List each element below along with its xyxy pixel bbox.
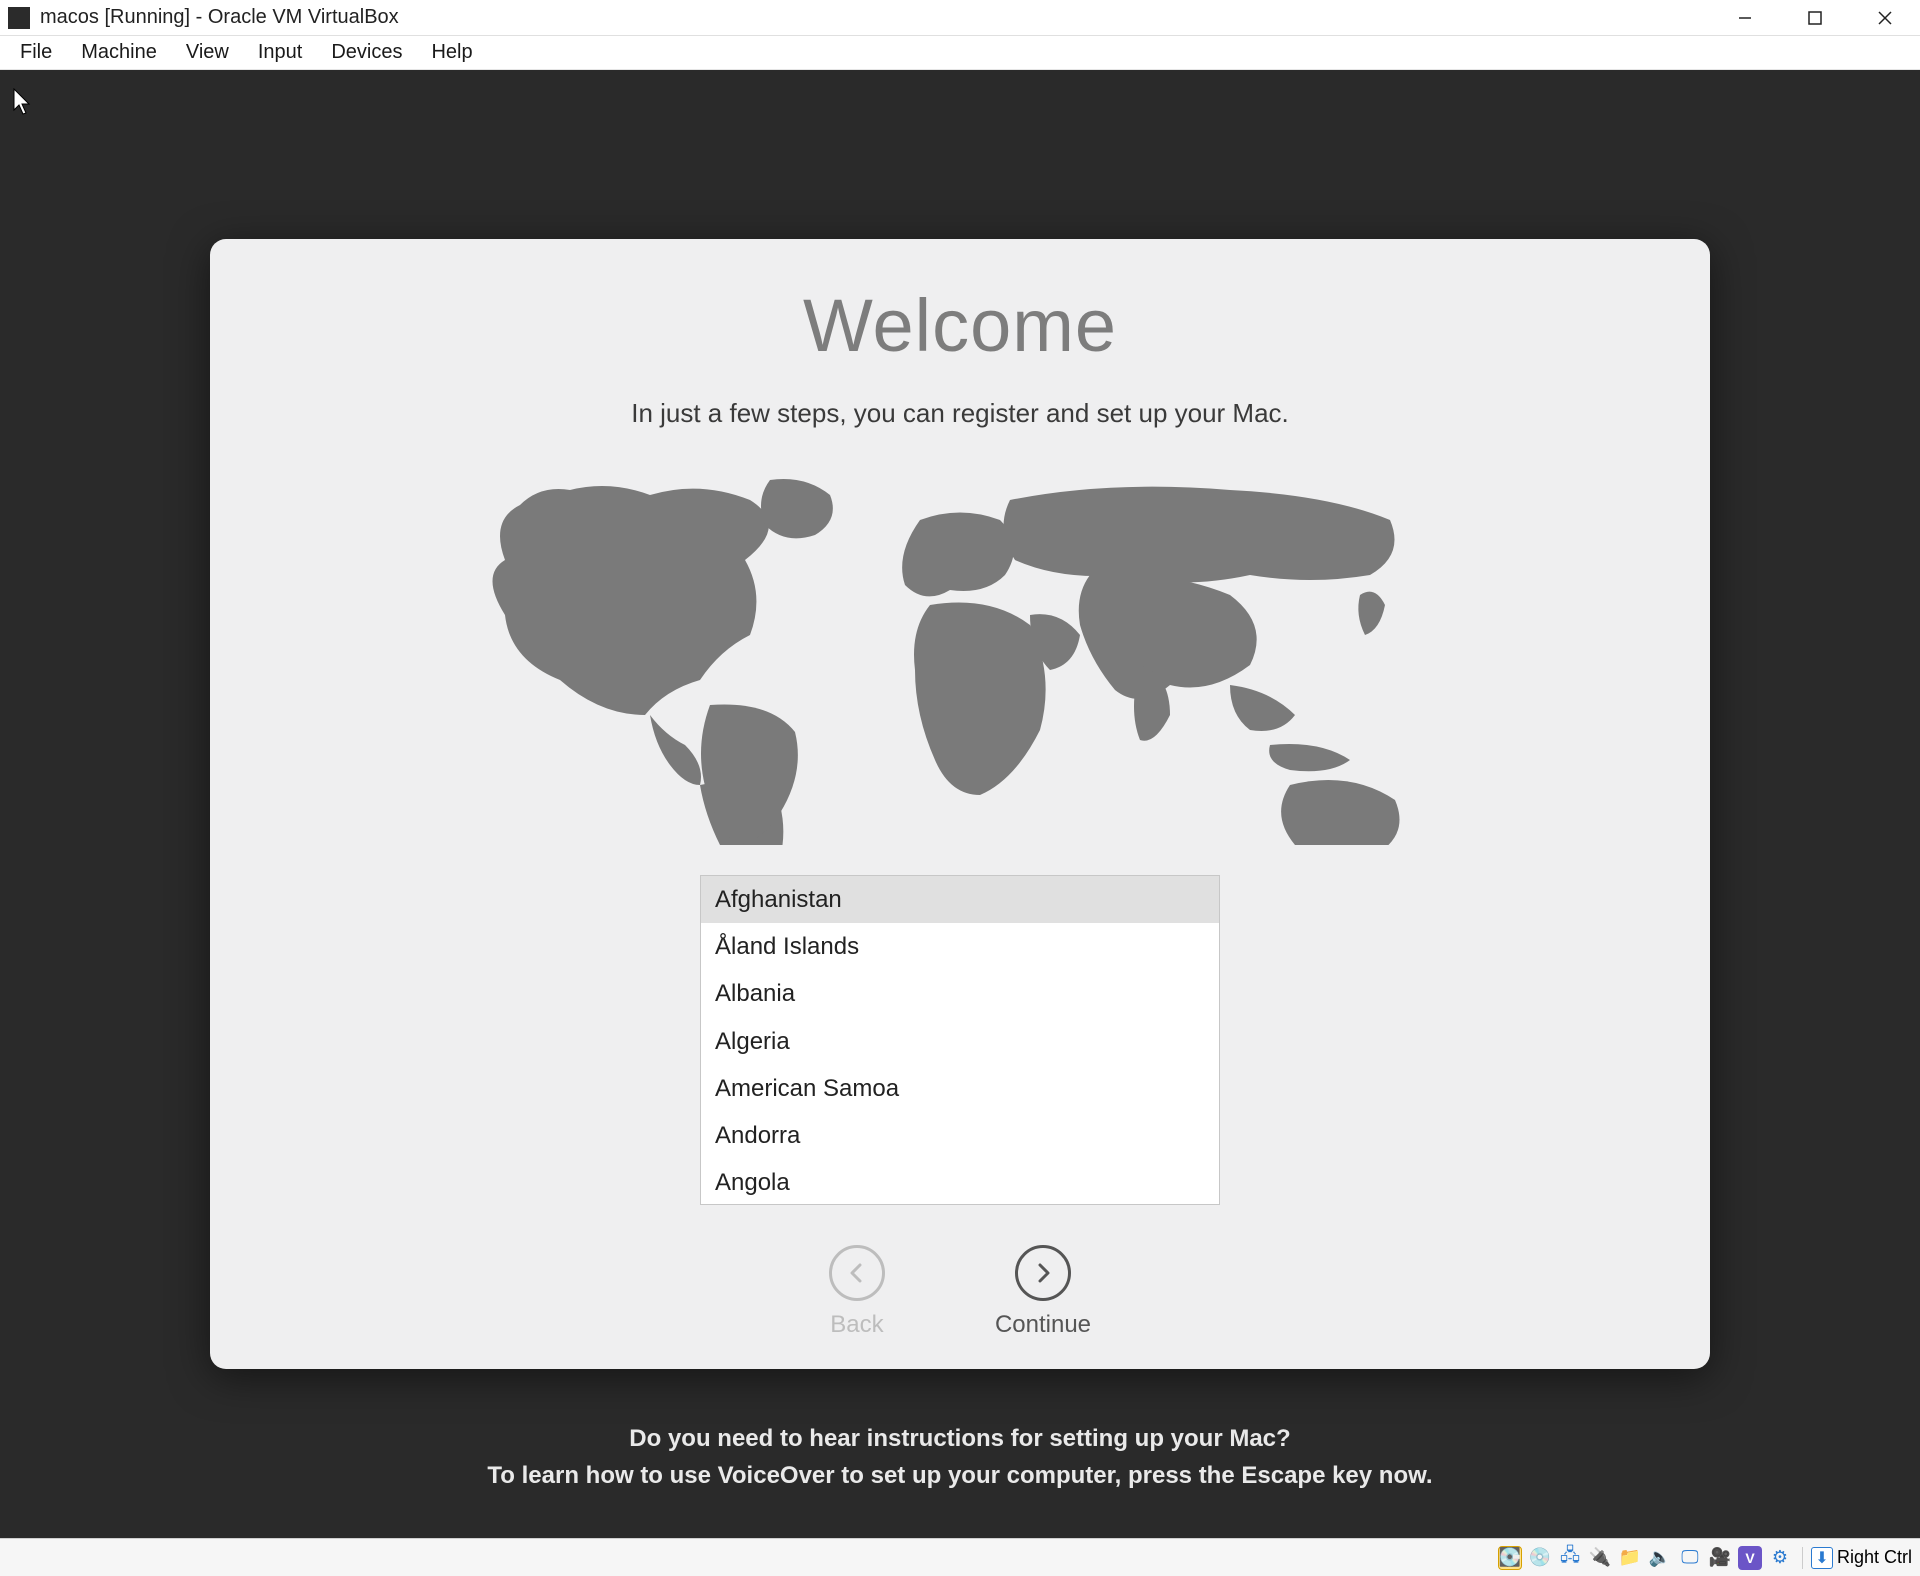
back-label: Back [830, 1311, 883, 1339]
country-list[interactable]: Afghanistan Åland Islands Albania Algeri… [700, 875, 1220, 1205]
video-capture-icon[interactable]: 🎥 [1708, 1546, 1732, 1570]
close-icon [1877, 10, 1893, 26]
virtualbox-app-icon [8, 7, 30, 29]
network-icon[interactable]: 🖧 [1558, 1546, 1582, 1570]
maximize-icon [1808, 11, 1822, 25]
arrow-right-icon [1015, 1245, 1071, 1301]
voiceover-line2: To learn how to use VoiceOver to set up … [0, 1457, 1920, 1494]
window-title: macos [Running] - Oracle VM VirtualBox [40, 6, 399, 29]
back-button: Back [829, 1245, 885, 1339]
list-item[interactable]: Algeria [701, 1018, 1219, 1065]
window-close-button[interactable] [1850, 0, 1920, 36]
display-icon[interactable]: 🖵 [1678, 1546, 1702, 1570]
menu-help[interactable]: Help [417, 37, 486, 68]
menu-input[interactable]: Input [244, 37, 316, 68]
continue-button[interactable]: Continue [995, 1245, 1091, 1339]
recording-icon[interactable]: V [1738, 1546, 1762, 1570]
arrow-left-icon [829, 1245, 885, 1301]
world-map [450, 465, 1470, 845]
window-minimize-button[interactable] [1710, 0, 1780, 36]
window-titlebar: macos [Running] - Oracle VM VirtualBox [0, 0, 1920, 36]
menu-file[interactable]: File [6, 37, 66, 68]
shared-folder-icon[interactable]: 📁 [1618, 1546, 1642, 1570]
menu-devices[interactable]: Devices [317, 37, 416, 68]
minimize-icon [1737, 10, 1753, 26]
list-item[interactable]: Angola [701, 1159, 1219, 1205]
list-item[interactable]: Afghanistan [701, 876, 1219, 923]
hard-disk-icon[interactable]: 💽 [1498, 1546, 1522, 1570]
window-maximize-button[interactable] [1780, 0, 1850, 36]
continue-label: Continue [995, 1311, 1091, 1339]
mouse-cursor-icon [12, 88, 34, 116]
voiceover-line1: Do you need to hear instructions for set… [0, 1420, 1920, 1457]
menu-machine[interactable]: Machine [67, 37, 171, 68]
list-item[interactable]: Åland Islands [701, 923, 1219, 970]
list-item[interactable]: Andorra [701, 1112, 1219, 1159]
setup-subtitle: In just a few steps, you can register an… [631, 398, 1289, 429]
usb-icon[interactable]: 🔌 [1588, 1546, 1612, 1570]
audio-icon[interactable]: 🔈 [1648, 1546, 1672, 1570]
list-item[interactable]: Albania [701, 970, 1219, 1017]
optical-disk-icon[interactable]: 💿 [1528, 1546, 1552, 1570]
vm-statusbar: 💽 💿 🖧 🔌 📁 🔈 🖵 🎥 V ⚙ ⬇ Right Ctrl [0, 1538, 1920, 1576]
host-key-label: Right Ctrl [1837, 1547, 1912, 1568]
keyboard-capture-icon: ⬇ [1811, 1547, 1833, 1569]
macos-setup-card: Welcome In just a few steps, you can reg… [210, 239, 1710, 1369]
setup-nav: Back Continue [829, 1245, 1091, 1339]
vm-display[interactable]: Welcome In just a few steps, you can reg… [0, 70, 1920, 1538]
menubar: File Machine View Input Devices Help [0, 36, 1920, 70]
list-item[interactable]: American Samoa [701, 1065, 1219, 1112]
guest-additions-icon[interactable]: ⚙ [1768, 1546, 1792, 1570]
setup-title: Welcome [803, 283, 1117, 368]
voiceover-hint: Do you need to hear instructions for set… [0, 1420, 1920, 1494]
menu-view[interactable]: View [172, 37, 243, 68]
host-key-indicator[interactable]: ⬇ Right Ctrl [1802, 1547, 1912, 1569]
